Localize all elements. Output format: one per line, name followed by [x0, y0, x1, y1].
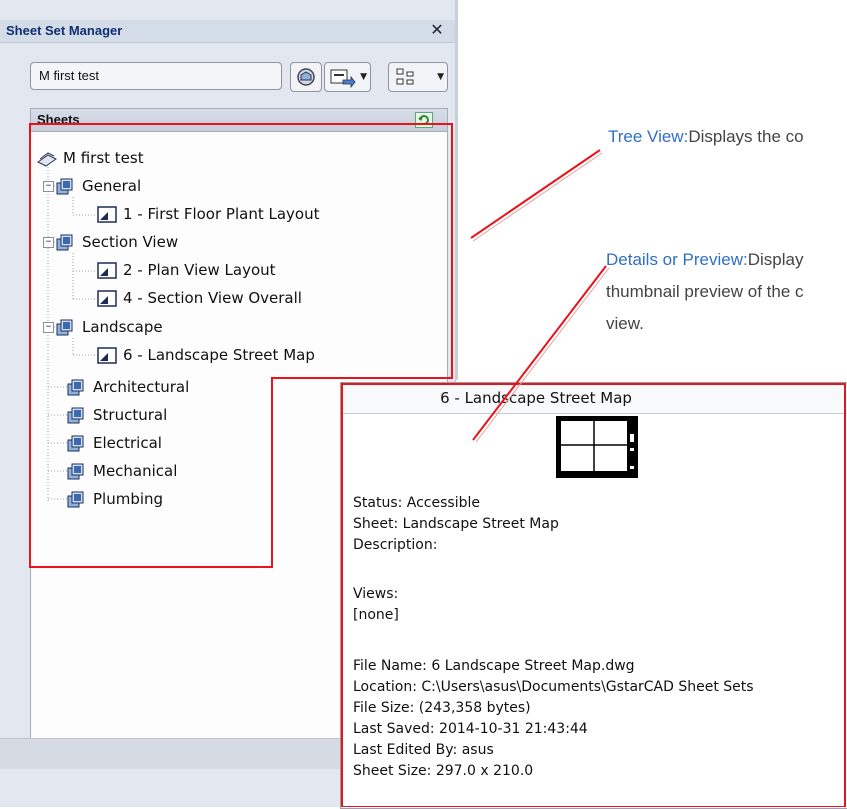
detail-sheet-size: Sheet Size: 297.0 x 210.0	[353, 763, 534, 779]
close-icon[interactable]: ✕	[428, 21, 446, 39]
detail-views-value: [none]	[353, 607, 399, 623]
tree-sheet-item[interactable]: 4 - Section View Overall	[97, 285, 302, 311]
tree-sheet-item[interactable]: 6 - Landscape Street Map	[97, 342, 315, 368]
collapse-icon[interactable]: −	[43, 180, 54, 192]
palette-title: Sheet Set Manager	[6, 23, 123, 38]
detail-sheet: Sheet: Landscape Street Map	[353, 516, 559, 532]
subset-label: General	[82, 177, 142, 195]
subset-icon	[56, 234, 73, 250]
tree-subset-plumbing[interactable]: Plumbing	[67, 486, 163, 512]
tree-subset-structural[interactable]: Structural	[67, 402, 167, 428]
tree-view-leader-line	[470, 149, 601, 239]
tree-view-callout-key: Tree View:	[608, 127, 689, 146]
detail-file-size: File Size: (243,358 bytes)	[353, 700, 531, 716]
tree-subset-architectural[interactable]: Architectural	[67, 374, 189, 400]
detail-last-saved: Last Saved: 2014-10-31 21:43:44	[353, 721, 588, 737]
subset-icon	[67, 463, 84, 479]
view-options-button[interactable]: ▼	[388, 62, 448, 92]
tree-root-label: M first test	[63, 149, 144, 167]
sheet-label: 4 - Section View Overall	[123, 289, 302, 307]
subset-label: Plumbing	[93, 490, 164, 508]
subset-icon	[67, 491, 84, 507]
subset-label: Mechanical	[93, 462, 178, 480]
sheet-set-icon	[37, 151, 57, 167]
tree-view-callout-text: Displays the co	[688, 127, 804, 146]
sheetset-wizard-button[interactable]	[290, 62, 322, 92]
collapse-icon[interactable]: −	[43, 236, 54, 248]
sheet-icon	[97, 346, 117, 364]
tree-subset-landscape[interactable]: − Landscape	[43, 314, 163, 340]
subset-icon	[67, 435, 84, 451]
tree-subset-electrical[interactable]: Electrical	[67, 430, 162, 456]
details-callout-line2: thumbnail preview of the c	[606, 282, 804, 301]
tree-view-callout: Tree View:Displays the co	[608, 121, 804, 153]
subset-icon	[56, 319, 73, 335]
sheet-icon	[97, 261, 117, 279]
details-callout: Details or Preview:Display thumbnail pre…	[606, 244, 804, 340]
detail-file-name: File Name: 6 Landscape Street Map.dwg	[353, 658, 635, 674]
sheet-label: 6 - Landscape Street Map	[123, 346, 315, 364]
detail-location: Location: C:\Users\asus\Documents\GstarC…	[353, 679, 754, 695]
view-options-icon	[396, 68, 414, 85]
tree-subset-section-view[interactable]: − Section View	[43, 229, 178, 255]
collapse-icon[interactable]: −	[43, 321, 54, 333]
chevron-down-icon: ▼	[437, 72, 444, 82]
details-callout-key: Details or Preview:	[606, 250, 748, 269]
publish-button[interactable]: ▼	[324, 62, 371, 92]
details-callout-text: Display	[747, 250, 804, 269]
sheet-icon	[97, 289, 117, 307]
details-preview-panel: 6 - Landscape Street Map Status: Accessi…	[340, 382, 847, 809]
sheetset-wizard-icon	[297, 68, 315, 86]
tree-sheet-item[interactable]: 2 - Plan View Layout	[97, 257, 276, 283]
details-callout-line3: view.	[606, 314, 644, 333]
detail-description: Description:	[353, 537, 438, 553]
subset-label: Electrical	[93, 434, 162, 452]
subset-label: Structural	[93, 406, 168, 424]
tree-subset-mechanical[interactable]: Mechanical	[67, 458, 177, 484]
detail-status: Status: Accessible	[353, 495, 480, 511]
detail-last-edited: Last Edited By: asus	[353, 742, 494, 758]
sheet-label: 2 - Plan View Layout	[123, 261, 276, 279]
subset-label: Architectural	[93, 378, 190, 396]
sheet-set-dropdown[interactable]: M first test	[30, 62, 282, 90]
publish-icon	[330, 69, 356, 89]
details-header: 6 - Landscape Street Map	[341, 383, 847, 414]
tree-sheet-item[interactable]: 1 - First Floor Plant Layout	[97, 201, 319, 227]
subset-icon	[67, 379, 84, 395]
palette-title-bar: Sheet Set Manager ✕	[0, 20, 455, 43]
palette-splitter[interactable]	[455, 0, 458, 380]
tree-subset-general[interactable]: − General	[43, 173, 141, 199]
details-title: 6 - Landscape Street Map	[440, 389, 632, 407]
subset-icon	[67, 407, 84, 423]
subset-label: Section View	[82, 233, 179, 251]
sheet-thumbnail-image	[556, 416, 638, 478]
subset-icon	[56, 178, 73, 194]
detail-views-label: Views:	[353, 586, 399, 602]
sheet-set-dropdown-value: M first test	[39, 68, 99, 83]
subset-label: Landscape	[82, 318, 163, 336]
sheet-label: 1 - First Floor Plant Layout	[123, 205, 320, 223]
tree-root-sheetset[interactable]: M first test	[37, 145, 144, 171]
chevron-down-icon: ▼	[360, 72, 367, 82]
sheet-icon	[97, 205, 117, 223]
